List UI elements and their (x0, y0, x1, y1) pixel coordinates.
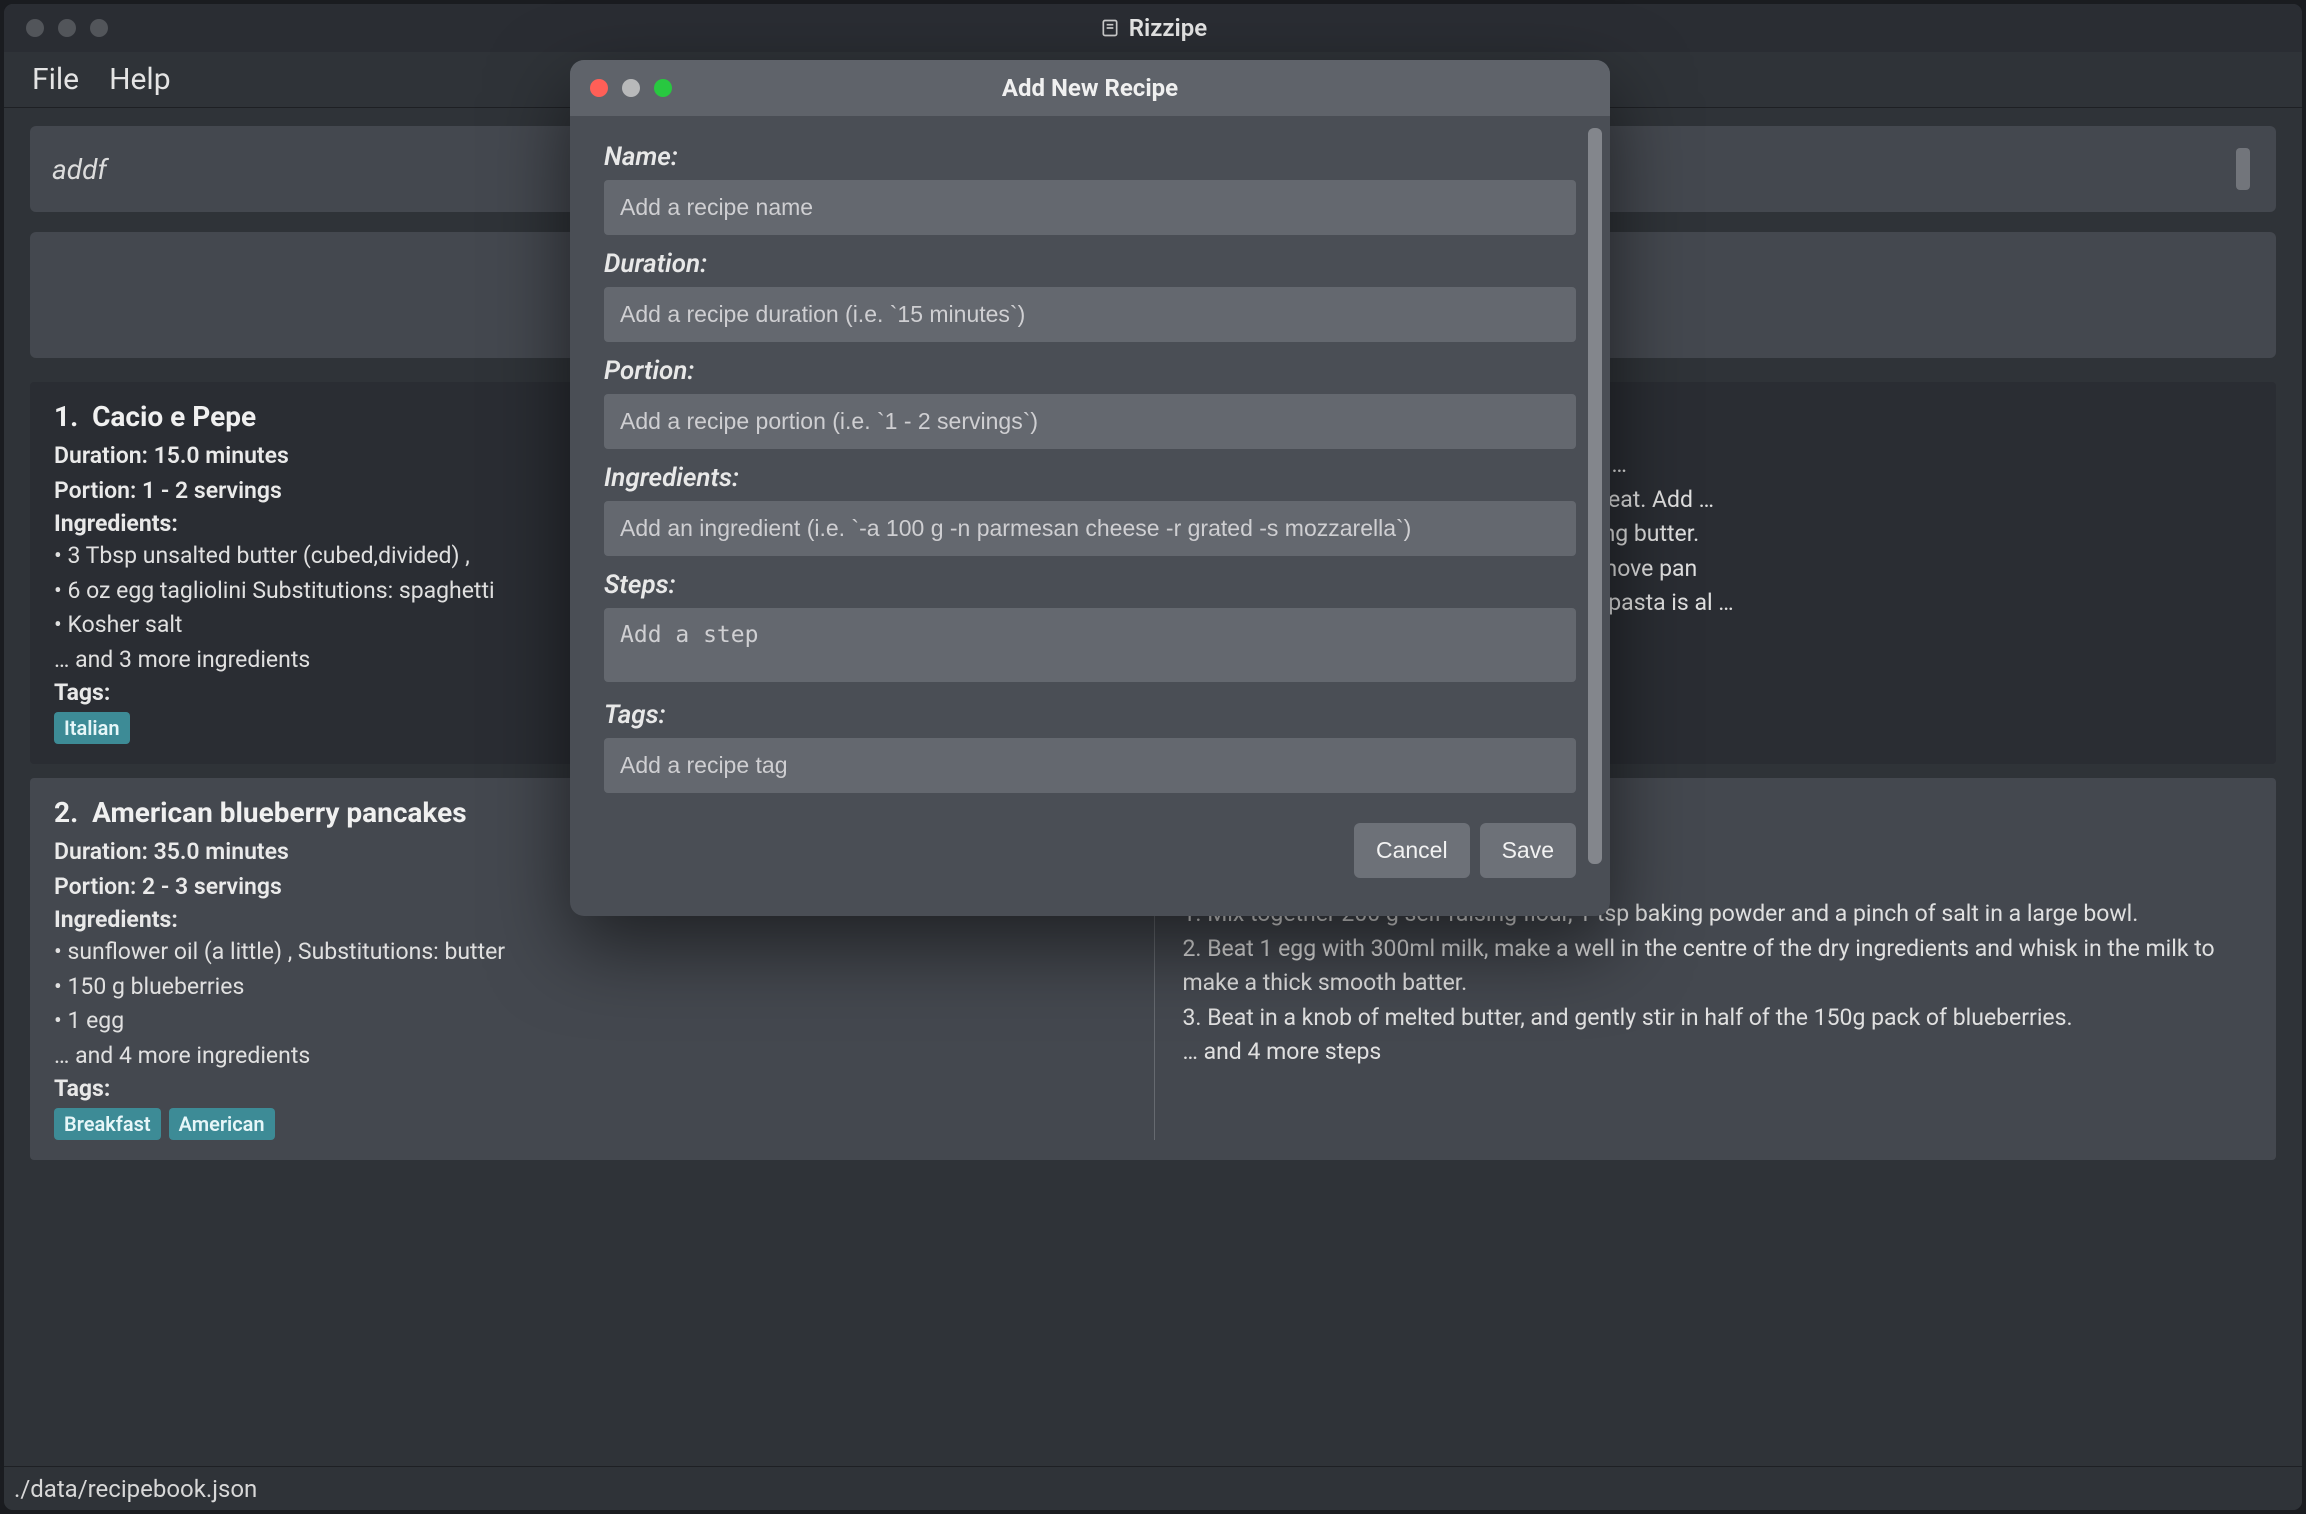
close-icon[interactable] (590, 79, 608, 97)
modal-titlebar: Add New Recipe (570, 60, 1610, 116)
statusbar: ./data/recipebook.json (4, 1466, 2302, 1510)
tag-chip[interactable]: Breakfast (54, 1108, 161, 1140)
window-title: Rizzipe (1099, 14, 1207, 42)
minimize-window-icon[interactable] (58, 19, 76, 37)
maximize-icon[interactable] (654, 79, 672, 97)
ingredients-label: Ingredients: (604, 463, 1576, 493)
ingredient-line: • sunflower oil (a little) , Substitutio… (54, 935, 1124, 970)
cancel-button[interactable]: Cancel (1354, 823, 1470, 878)
duration-label: Duration: (604, 249, 1576, 279)
tags-label: Tags: (604, 700, 1576, 730)
step-line: 2. Beat 1 egg with 300ml milk, make a we… (1183, 932, 2253, 1001)
portion-input[interactable] (604, 394, 1576, 449)
name-label: Name: (604, 142, 1576, 172)
steps-input[interactable] (604, 608, 1576, 682)
maximize-window-icon[interactable] (90, 19, 108, 37)
status-path: ./data/recipebook.json (14, 1475, 257, 1503)
steps-label: Steps: (604, 570, 1576, 600)
menu-file[interactable]: File (32, 62, 79, 97)
modal-title: Add New Recipe (1002, 74, 1178, 102)
scrollbar-stub[interactable] (2236, 148, 2250, 190)
save-button[interactable]: Save (1480, 823, 1576, 878)
modal-body: Name: Duration: Portion: Ingredients: St… (570, 116, 1610, 803)
tags-heading: Tags: (54, 1075, 1124, 1102)
add-recipe-modal: Add New Recipe Name: Duration: Portion: … (570, 60, 1610, 916)
titlebar: Rizzipe (4, 4, 2302, 52)
modal-footer: Cancel Save (570, 803, 1610, 916)
ingredient-line: • 150 g blueberries (54, 970, 1124, 1005)
tag-chip[interactable]: American (169, 1108, 275, 1140)
modal-scrollbar[interactable] (1588, 128, 1602, 864)
menu-help[interactable]: Help (109, 62, 170, 97)
tag-chip[interactable]: Italian (54, 712, 130, 744)
scrollbar-thumb[interactable] (1588, 128, 1602, 864)
ingredients-input[interactable] (604, 501, 1576, 556)
duration-input[interactable] (604, 287, 1576, 342)
name-input[interactable] (604, 180, 1576, 235)
close-window-icon[interactable] (26, 19, 44, 37)
tags-input[interactable] (604, 738, 1576, 793)
minimize-icon[interactable] (622, 79, 640, 97)
tag-row: Breakfast American (54, 1108, 1124, 1140)
window-controls (4, 19, 108, 37)
app-icon (1099, 17, 1121, 39)
modal-window-controls (570, 79, 672, 97)
portion-label: Portion: (604, 356, 1576, 386)
step-line: 3. Beat in a knob of melted butter, and … (1183, 1001, 2253, 1036)
step-more: … and 4 more steps (1183, 1035, 2253, 1070)
ingredient-line: • 1 egg (54, 1004, 1124, 1039)
ingredient-more: … and 4 more ingredients (54, 1039, 1124, 1074)
